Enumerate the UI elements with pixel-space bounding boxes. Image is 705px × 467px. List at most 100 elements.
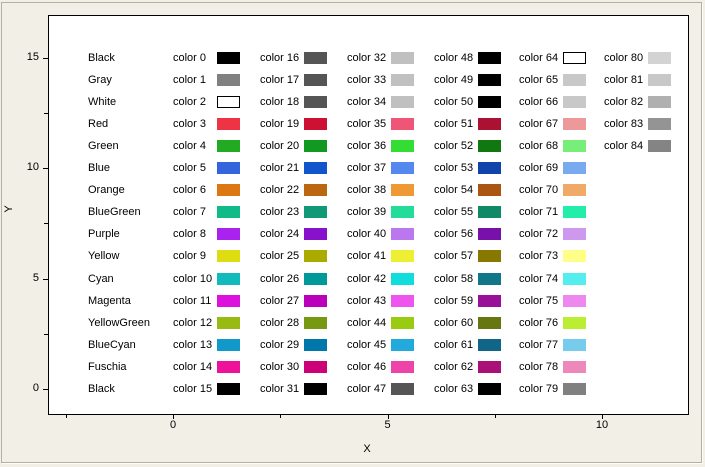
color-swatch-label: color 82 [604,95,644,108]
color-swatch [563,360,586,373]
color-swatch-label: color 70 [519,184,559,197]
series-name-label: Magenta [88,294,131,307]
color-swatch [563,117,586,130]
color-swatch-label: color 20 [260,139,300,152]
color-swatch [217,383,240,395]
color-swatch [563,73,586,86]
color-swatch-label: color 15 [173,383,213,395]
color-swatch [563,184,586,197]
color-swatch-label: color 72 [519,228,559,241]
color-swatch-label: color 68 [519,139,559,152]
color-swatch-label: color 37 [347,162,387,174]
series-name-label: Cyan [88,272,114,285]
y-minor-tick [44,223,48,225]
x-axis-title: X [363,443,371,455]
color-swatch [391,360,414,373]
color-swatch [563,228,586,241]
color-swatch [304,139,327,152]
series-name-label: Gray [88,73,112,86]
color-swatch [217,228,240,241]
color-swatch [391,206,414,219]
color-swatch-label: color 65 [519,73,559,86]
color-swatch-label: color 50 [434,95,474,108]
color-swatch [478,206,501,219]
series-name-label: BlueGreen [88,206,141,219]
color-swatch-label: color 52 [434,139,474,152]
color-swatch-label: color 51 [434,117,474,130]
color-swatch [217,250,240,263]
color-swatch-label: color 71 [519,206,559,219]
color-swatch [217,117,240,130]
color-swatch [217,272,240,285]
color-swatch [478,184,501,197]
color-swatch [391,184,414,197]
color-swatch [563,316,586,329]
color-swatch-label: color 11 [173,294,212,307]
color-swatch-label: color 55 [434,206,474,219]
color-swatch [217,184,240,197]
color-swatch [217,316,240,329]
color-swatch [563,272,586,285]
color-swatch-label: color 84 [604,139,644,152]
color-swatch [217,51,240,64]
color-swatch-label: color 31 [260,383,300,395]
color-swatch-label: color 58 [434,272,474,285]
color-swatch-label: color 25 [260,250,300,263]
x-minor-tick [280,414,282,418]
color-swatch-label: color 77 [519,338,559,351]
color-swatch-label: color 28 [260,316,300,329]
y-tick-label: 10 [26,161,39,173]
color-swatch [478,250,501,263]
color-swatch-label: color 75 [519,294,559,307]
color-swatch-label: color 14 [173,360,213,373]
color-swatch-label: color 59 [434,294,474,307]
color-swatch [478,139,501,152]
color-swatch-label: color 46 [347,360,387,373]
color-swatch [304,51,327,64]
color-swatch [391,95,414,108]
color-swatch [217,206,240,219]
color-swatch-label: color 47 [347,383,387,395]
color-swatch-label: color 19 [260,117,300,130]
color-swatch-label: color 80 [604,51,644,64]
color-swatch-label: color 13 [173,338,213,351]
color-swatch-label: color 63 [434,383,474,395]
color-swatch-label: color 43 [347,294,387,307]
series-name-label: Fuschia [88,360,127,373]
color-swatch-label: color 64 [519,51,559,64]
color-swatch [563,95,586,108]
color-swatch [391,139,414,152]
color-swatch-label: color 1 [173,73,207,86]
color-swatch [217,162,240,174]
color-swatch-label: color 73 [519,250,559,263]
color-swatch-label: color 53 [434,162,474,174]
x-tick-label: 10 [595,419,609,431]
color-swatch [563,51,586,64]
color-swatch-label: color 83 [604,117,644,130]
series-name-label: BlueCyan [88,338,136,351]
color-swatch-label: color 17 [260,73,300,86]
color-swatch-label: color 23 [260,206,300,219]
color-swatch [304,360,327,373]
color-swatch-label: color 6 [173,184,207,197]
color-swatch-label: color 16 [260,51,300,64]
color-swatch [563,294,586,307]
color-swatch-label: color 35 [347,117,387,130]
color-swatch-label: color 45 [347,338,387,351]
color-swatch [391,117,414,130]
color-swatch-label: color 78 [519,360,559,373]
color-swatch [304,338,327,351]
color-swatch [304,184,327,197]
series-name-label: Black [88,51,115,64]
y-minor-tick [44,112,48,114]
color-swatch-label: color 76 [519,316,559,329]
series-name-label: Green [88,139,119,152]
y-major-tick [43,57,48,59]
y-minor-tick [44,333,48,335]
color-swatch [391,272,414,285]
color-swatch [391,73,414,86]
color-swatch [304,162,327,174]
color-swatch-label: color 10 [173,272,213,285]
color-swatch-label: color 38 [347,184,387,197]
color-swatch [478,73,501,86]
